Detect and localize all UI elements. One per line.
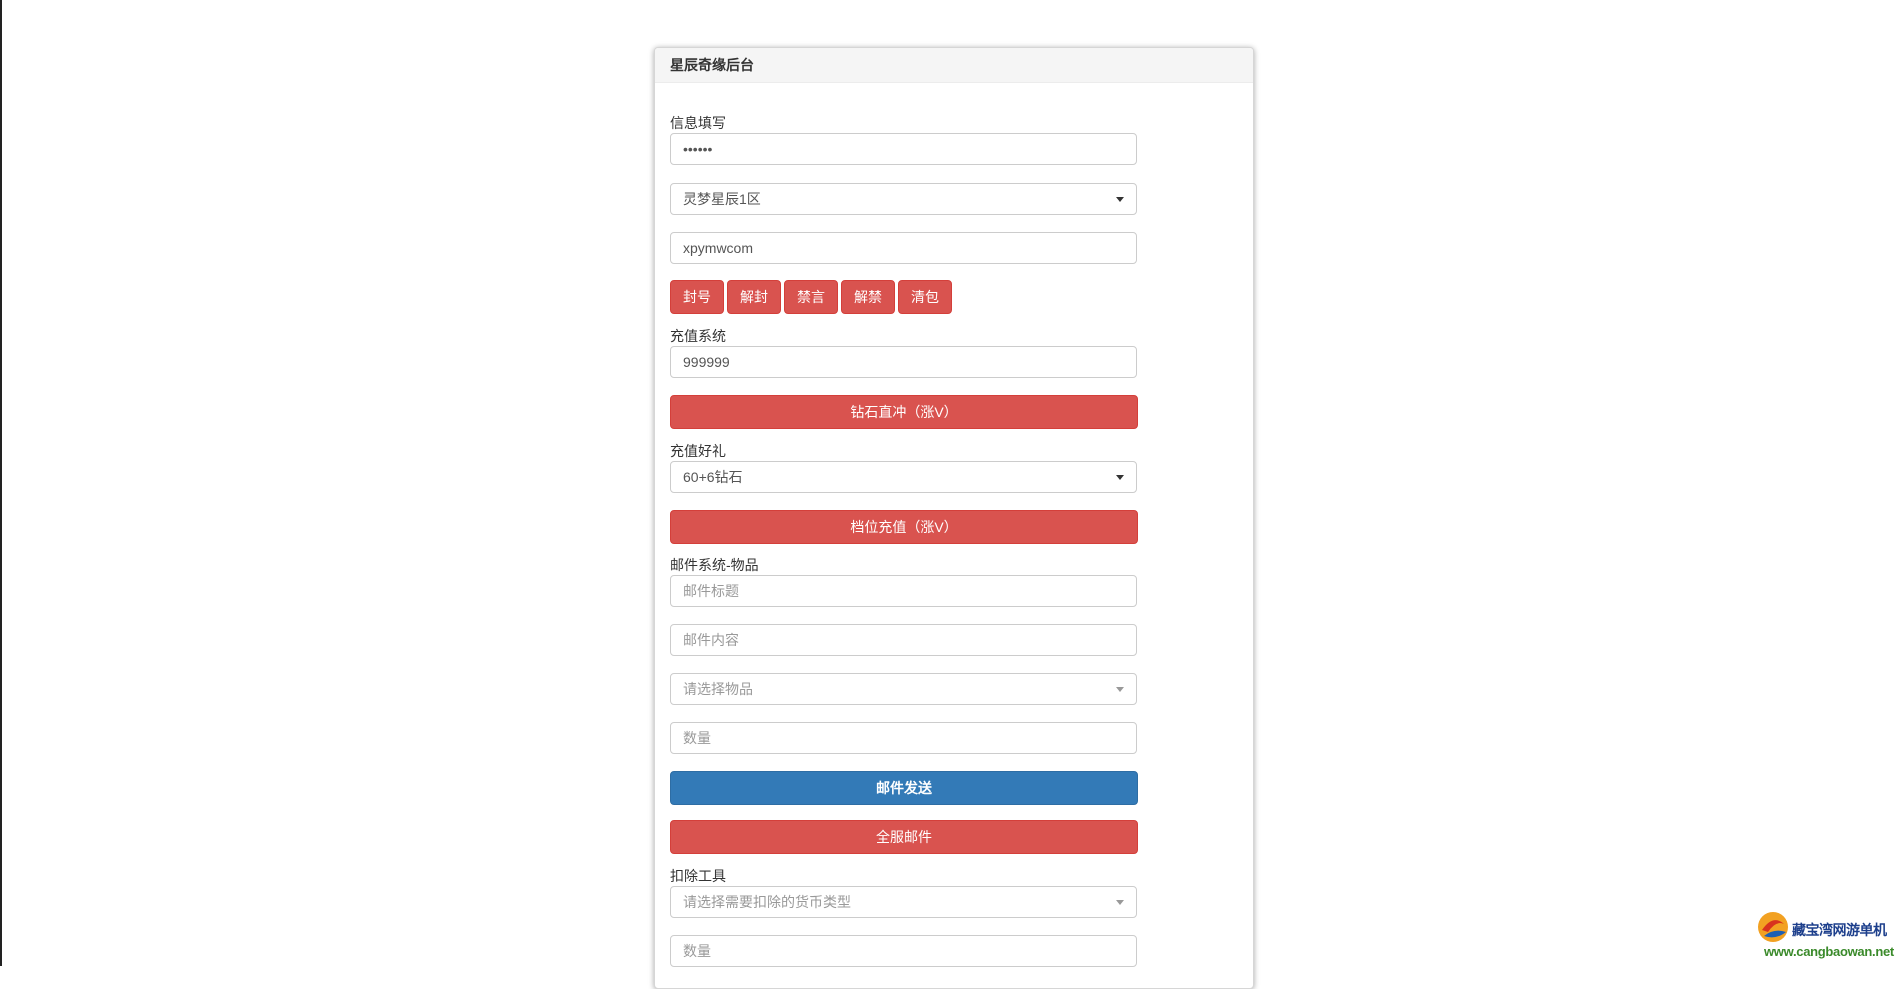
chevron-down-icon xyxy=(1116,475,1124,480)
mute-button[interactable]: 禁言 xyxy=(784,280,838,314)
panel-title: 星辰奇缘后台 xyxy=(655,48,1253,83)
unban-button[interactable]: 解封 xyxy=(727,280,781,314)
mail-content-input[interactable]: 邮件内容 xyxy=(670,624,1137,656)
recharge-section-label: 充值系统 xyxy=(670,328,726,344)
account-action-buttons: 封号 解封 禁言 解禁 清包 xyxy=(670,280,952,314)
tier-recharge-button[interactable]: 档位充值（涨V） xyxy=(670,510,1138,544)
currency-type-select[interactable]: 请选择需要扣除的货币类型 xyxy=(670,886,1137,918)
gift-select[interactable]: 60+6钻石 xyxy=(670,461,1137,493)
diamond-recharge-button[interactable]: 钻石直冲（涨V） xyxy=(670,395,1138,429)
window-left-border xyxy=(0,0,2,966)
clear-bag-button[interactable]: 清包 xyxy=(898,280,952,314)
server-select-value: 灵梦星辰1区 xyxy=(683,191,761,207)
account-input[interactable]: xpymwcom xyxy=(670,232,1137,264)
deduct-section-label: 扣除工具 xyxy=(670,868,726,884)
ban-button[interactable]: 封号 xyxy=(670,280,724,314)
watermark: 藏宝湾网游单机 www.cangbaowan.net xyxy=(1756,908,1902,966)
deduct-quantity-input[interactable]: 数量 xyxy=(670,935,1137,967)
item-select-placeholder: 请选择物品 xyxy=(683,681,753,697)
all-server-mail-button[interactable]: 全服邮件 xyxy=(670,820,1138,854)
chevron-down-icon xyxy=(1116,687,1124,692)
info-section-label: 信息填写 xyxy=(670,115,726,131)
password-input[interactable]: •••••• xyxy=(670,133,1137,165)
watermark-url: www.cangbaowan.net xyxy=(1764,944,1894,959)
currency-select-placeholder: 请选择需要扣除的货币类型 xyxy=(683,894,851,910)
unmute-button[interactable]: 解禁 xyxy=(841,280,895,314)
admin-panel: 星辰奇缘后台 信息填写 •••••• 灵梦星辰1区 xpymwcom 封号 解封… xyxy=(654,47,1254,989)
server-select[interactable]: 灵梦星辰1区 xyxy=(670,183,1137,215)
watermark-text: 藏宝湾网游单机 xyxy=(1792,922,1887,938)
mail-quantity-input[interactable]: 数量 xyxy=(670,722,1137,754)
item-select[interactable]: 请选择物品 xyxy=(670,673,1137,705)
chevron-down-icon xyxy=(1116,197,1124,202)
gift-select-value: 60+6钻石 xyxy=(683,469,743,485)
recharge-amount-input[interactable]: 999999 xyxy=(670,346,1137,378)
send-mail-button[interactable]: 邮件发送 xyxy=(670,771,1138,805)
watermark-logo-icon xyxy=(1758,912,1788,942)
mail-section-label: 邮件系统-物品 xyxy=(670,557,759,573)
chevron-down-icon xyxy=(1116,900,1124,905)
mail-title-input[interactable]: 邮件标题 xyxy=(670,575,1137,607)
gift-section-label: 充值好礼 xyxy=(670,443,726,459)
